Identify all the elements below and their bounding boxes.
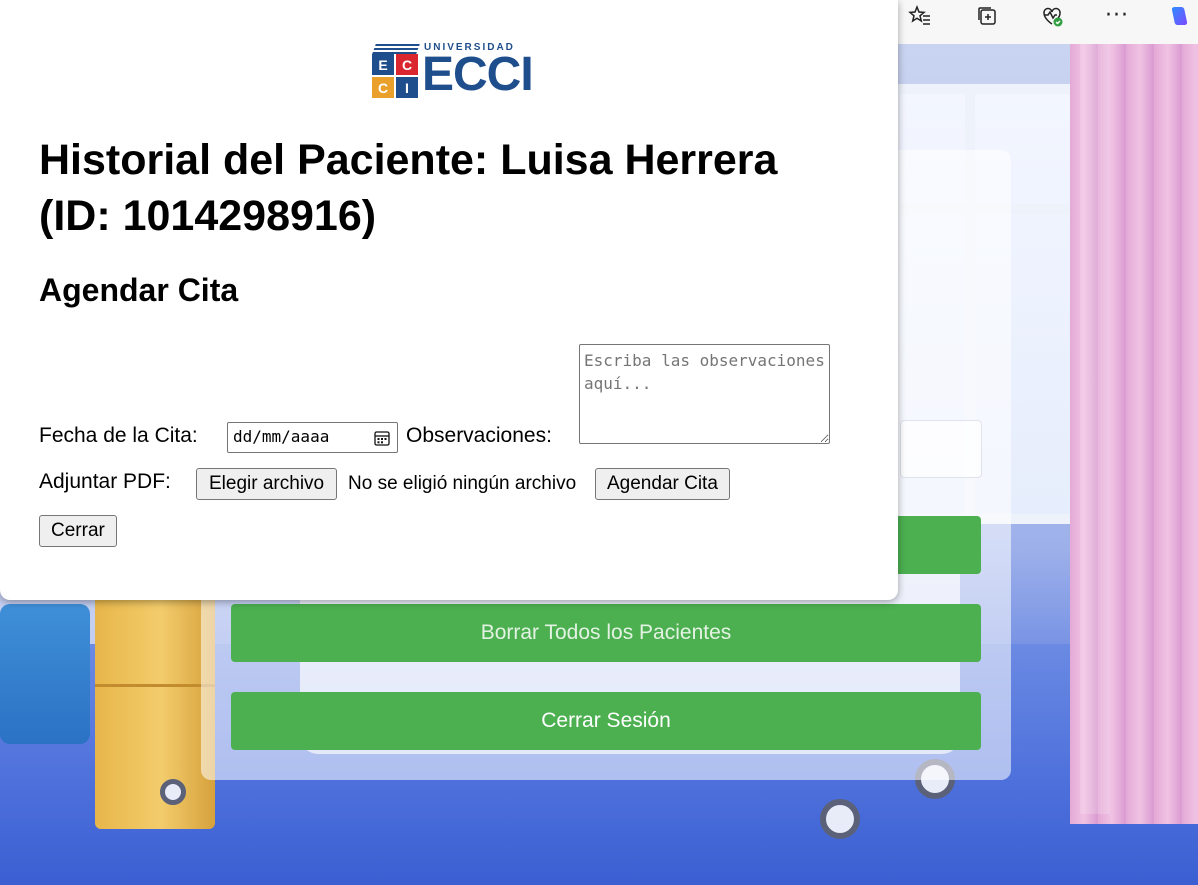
- attachment-row: Adjuntar PDF: Elegir archivo No se eligi…: [39, 468, 879, 502]
- logo-name: ECCI: [422, 48, 534, 101]
- file-status: No se eligió ningún archivo: [348, 473, 577, 494]
- calendar-icon[interactable]: [373, 429, 391, 447]
- ecci-logo: E C C I UNIVERSIDAD ECCI: [372, 42, 534, 101]
- cabinet-wheel: [160, 779, 186, 805]
- cabinet-drawer: [95, 684, 215, 687]
- logout-button[interactable]: Cerrar Sesión: [231, 692, 981, 750]
- curtain-fold: [1080, 44, 1110, 814]
- page-title: Historial del Paciente: Luisa Herrera (I…: [39, 136, 778, 240]
- logo-tiles: E C C I: [372, 54, 420, 100]
- logo-tile: C: [396, 54, 418, 75]
- delete-all-patients-button[interactable]: Borrar Todos los Pacientes: [231, 604, 981, 662]
- copilot-icon[interactable]: [1160, 0, 1198, 32]
- logo-tile: I: [396, 77, 418, 98]
- browser-essentials-icon[interactable]: [1034, 0, 1070, 32]
- close-button[interactable]: Cerrar: [39, 515, 117, 547]
- pdf-label: Adjuntar PDF:: [39, 470, 171, 493]
- bed-wheel: [820, 799, 860, 839]
- schedule-appointment-button[interactable]: Agendar Cita: [595, 468, 730, 500]
- observations-textarea[interactable]: [579, 344, 830, 444]
- panel-input[interactable]: [900, 420, 982, 478]
- logo-tile: C: [372, 77, 394, 98]
- chair: [0, 604, 90, 744]
- collections-icon[interactable]: [969, 0, 1005, 32]
- favorites-icon[interactable]: [902, 0, 938, 32]
- logo-tile: E: [372, 54, 394, 75]
- date-label: Fecha de la Cita:: [39, 424, 198, 447]
- appointment-form-row: Fecha de la Cita: dd/mm/aaaa Observacion…: [39, 344, 879, 454]
- observations-label: Observaciones:: [406, 424, 552, 447]
- logo-stripes: [372, 44, 420, 54]
- choose-file-button[interactable]: Elegir archivo: [196, 468, 338, 500]
- section-title: Agendar Cita: [39, 272, 239, 308]
- patient-history-modal: E C C I UNIVERSIDAD ECCI Historial del P…: [0, 0, 898, 600]
- more-icon[interactable]: ···: [1099, 0, 1135, 32]
